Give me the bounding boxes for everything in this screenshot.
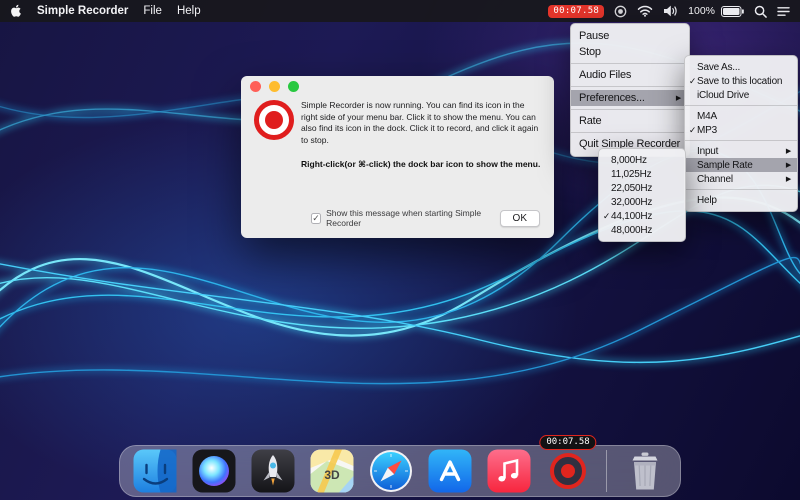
app-store-icon bbox=[427, 448, 473, 494]
dock-item-3d-maps[interactable]: 3D bbox=[309, 448, 355, 494]
dialog-titlebar bbox=[241, 76, 554, 96]
launchpad-icon bbox=[250, 448, 296, 494]
finder-icon bbox=[132, 448, 178, 494]
menu-item-pause[interactable]: Pause bbox=[571, 28, 689, 44]
menu-bar: Simple Recorder File Help 00:07.58 100% bbox=[0, 0, 800, 22]
submenu-arrow-icon: ▶ bbox=[780, 175, 791, 183]
safari-icon bbox=[368, 448, 414, 494]
menubar-menu-file[interactable]: File bbox=[143, 5, 162, 17]
recorder-app-icon bbox=[254, 100, 294, 140]
menubar-recorder-timer[interactable]: 00:07.58 bbox=[548, 5, 604, 18]
desktop: Simple Recorder File Help 00:07.58 100% bbox=[0, 0, 800, 500]
record-status-icon[interactable] bbox=[614, 5, 627, 18]
siri-icon bbox=[191, 448, 237, 494]
dock-item-app-store[interactable] bbox=[427, 448, 473, 494]
menu-separator bbox=[685, 105, 797, 106]
maps-3d-badge: 3D bbox=[324, 468, 340, 482]
record-dot bbox=[561, 464, 575, 478]
menubar-app-name[interactable]: Simple Recorder bbox=[37, 5, 128, 17]
music-icon bbox=[486, 448, 532, 494]
zoom-button[interactable] bbox=[288, 81, 299, 92]
show-message-checkbox-row[interactable]: ✓ Show this message when starting Simple… bbox=[311, 208, 500, 228]
dock-item-finder[interactable] bbox=[132, 448, 178, 494]
menu-item-rate[interactable]: Rate bbox=[571, 113, 689, 129]
simple-recorder-icon bbox=[550, 453, 586, 489]
record-dot bbox=[265, 111, 283, 129]
maps-3d-icon: 3D bbox=[309, 448, 355, 494]
menu-separator bbox=[571, 86, 689, 87]
menu-item-save-as[interactable]: Save As... bbox=[685, 60, 797, 74]
dock-recording-timer: 00:07.58 bbox=[539, 435, 596, 450]
startup-message-dialog: Simple Recorder is now running. You can … bbox=[241, 76, 554, 238]
menu-item-48000hz[interactable]: 48,000Hz bbox=[599, 223, 685, 237]
dock-item-launchpad[interactable] bbox=[250, 448, 296, 494]
menu-item-22050hz[interactable]: 22,050Hz bbox=[599, 181, 685, 195]
menu-item-input[interactable]: Input▶ bbox=[685, 144, 797, 158]
battery-icon[interactable] bbox=[721, 6, 744, 17]
show-message-checkbox[interactable]: ✓ bbox=[311, 213, 321, 224]
submenu-arrow-icon: ▶ bbox=[670, 94, 681, 102]
volume-icon[interactable] bbox=[663, 5, 678, 17]
menu-separator bbox=[685, 189, 797, 190]
menubar-menu-help[interactable]: Help bbox=[177, 5, 201, 17]
menu-item-m4a[interactable]: M4A bbox=[685, 109, 797, 123]
menu-item-channel[interactable]: Channel▶ bbox=[685, 172, 797, 186]
dock-item-simple-recorder[interactable]: 00:07.58 bbox=[545, 448, 591, 494]
minimize-button[interactable] bbox=[269, 81, 280, 92]
menu-item-8000hz[interactable]: 8,000Hz bbox=[599, 153, 685, 167]
apple-menu-icon[interactable] bbox=[10, 4, 22, 18]
menu-item-icloud-drive[interactable]: iCloud Drive bbox=[685, 88, 797, 102]
dock-item-siri[interactable] bbox=[191, 448, 237, 494]
preferences-submenu: Save As... ✓Save to this location iCloud… bbox=[684, 55, 798, 212]
menu-item-sample-rate[interactable]: Sample Rate▶ bbox=[685, 158, 797, 172]
spotlight-search-icon[interactable] bbox=[754, 5, 767, 18]
dock-item-trash[interactable] bbox=[622, 448, 668, 494]
menu-separator bbox=[685, 140, 797, 141]
dock-divider bbox=[606, 450, 607, 492]
menu-item-stop[interactable]: Stop bbox=[571, 44, 689, 60]
menu-separator bbox=[571, 63, 689, 64]
dock: 3D bbox=[119, 445, 681, 497]
battery-percentage: 100% bbox=[688, 5, 715, 17]
wifi-icon[interactable] bbox=[637, 5, 653, 17]
menu-item-44100hz[interactable]: ✓44,100Hz bbox=[599, 209, 685, 223]
menu-item-11025hz[interactable]: 11,025Hz bbox=[599, 167, 685, 181]
dialog-bold-note: Right-click(or ⌘-click) the dock bar ico… bbox=[301, 159, 542, 171]
menu-separator bbox=[571, 132, 689, 133]
sample-rate-submenu: 8,000Hz 11,025Hz 22,050Hz 32,000Hz ✓44,1… bbox=[598, 148, 686, 242]
check-mark: ✓ bbox=[602, 211, 611, 222]
checkbox-label: Show this message when starting Simple R… bbox=[326, 208, 499, 228]
menu-item-audio-files[interactable]: Audio Files bbox=[571, 67, 689, 83]
ok-button[interactable]: OK bbox=[500, 210, 540, 227]
dock-item-music[interactable] bbox=[486, 448, 532, 494]
recorder-dropdown-menu: Pause Stop Audio Files Preferences... ▶ … bbox=[570, 23, 690, 157]
checkbox-check-icon: ✓ bbox=[312, 213, 320, 224]
menu-item-mp3[interactable]: ✓MP3 bbox=[685, 123, 797, 137]
menu-item-preferences[interactable]: Preferences... ▶ bbox=[571, 90, 689, 106]
menu-separator bbox=[571, 109, 689, 110]
notification-center-icon[interactable] bbox=[777, 6, 790, 17]
menu-item-32000hz[interactable]: 32,000Hz bbox=[599, 195, 685, 209]
dialog-body-text: Simple Recorder is now running. You can … bbox=[301, 100, 542, 146]
check-mark: ✓ bbox=[688, 125, 697, 136]
menu-item-save-to-this-location[interactable]: ✓Save to this location bbox=[685, 74, 797, 88]
close-button[interactable] bbox=[250, 81, 261, 92]
trash-icon bbox=[622, 448, 668, 494]
check-mark: ✓ bbox=[688, 76, 697, 87]
submenu-arrow-icon: ▶ bbox=[780, 147, 791, 155]
dock-item-safari[interactable] bbox=[368, 448, 414, 494]
submenu-arrow-icon: ▶ bbox=[780, 161, 791, 169]
menu-item-help[interactable]: Help bbox=[685, 193, 797, 207]
